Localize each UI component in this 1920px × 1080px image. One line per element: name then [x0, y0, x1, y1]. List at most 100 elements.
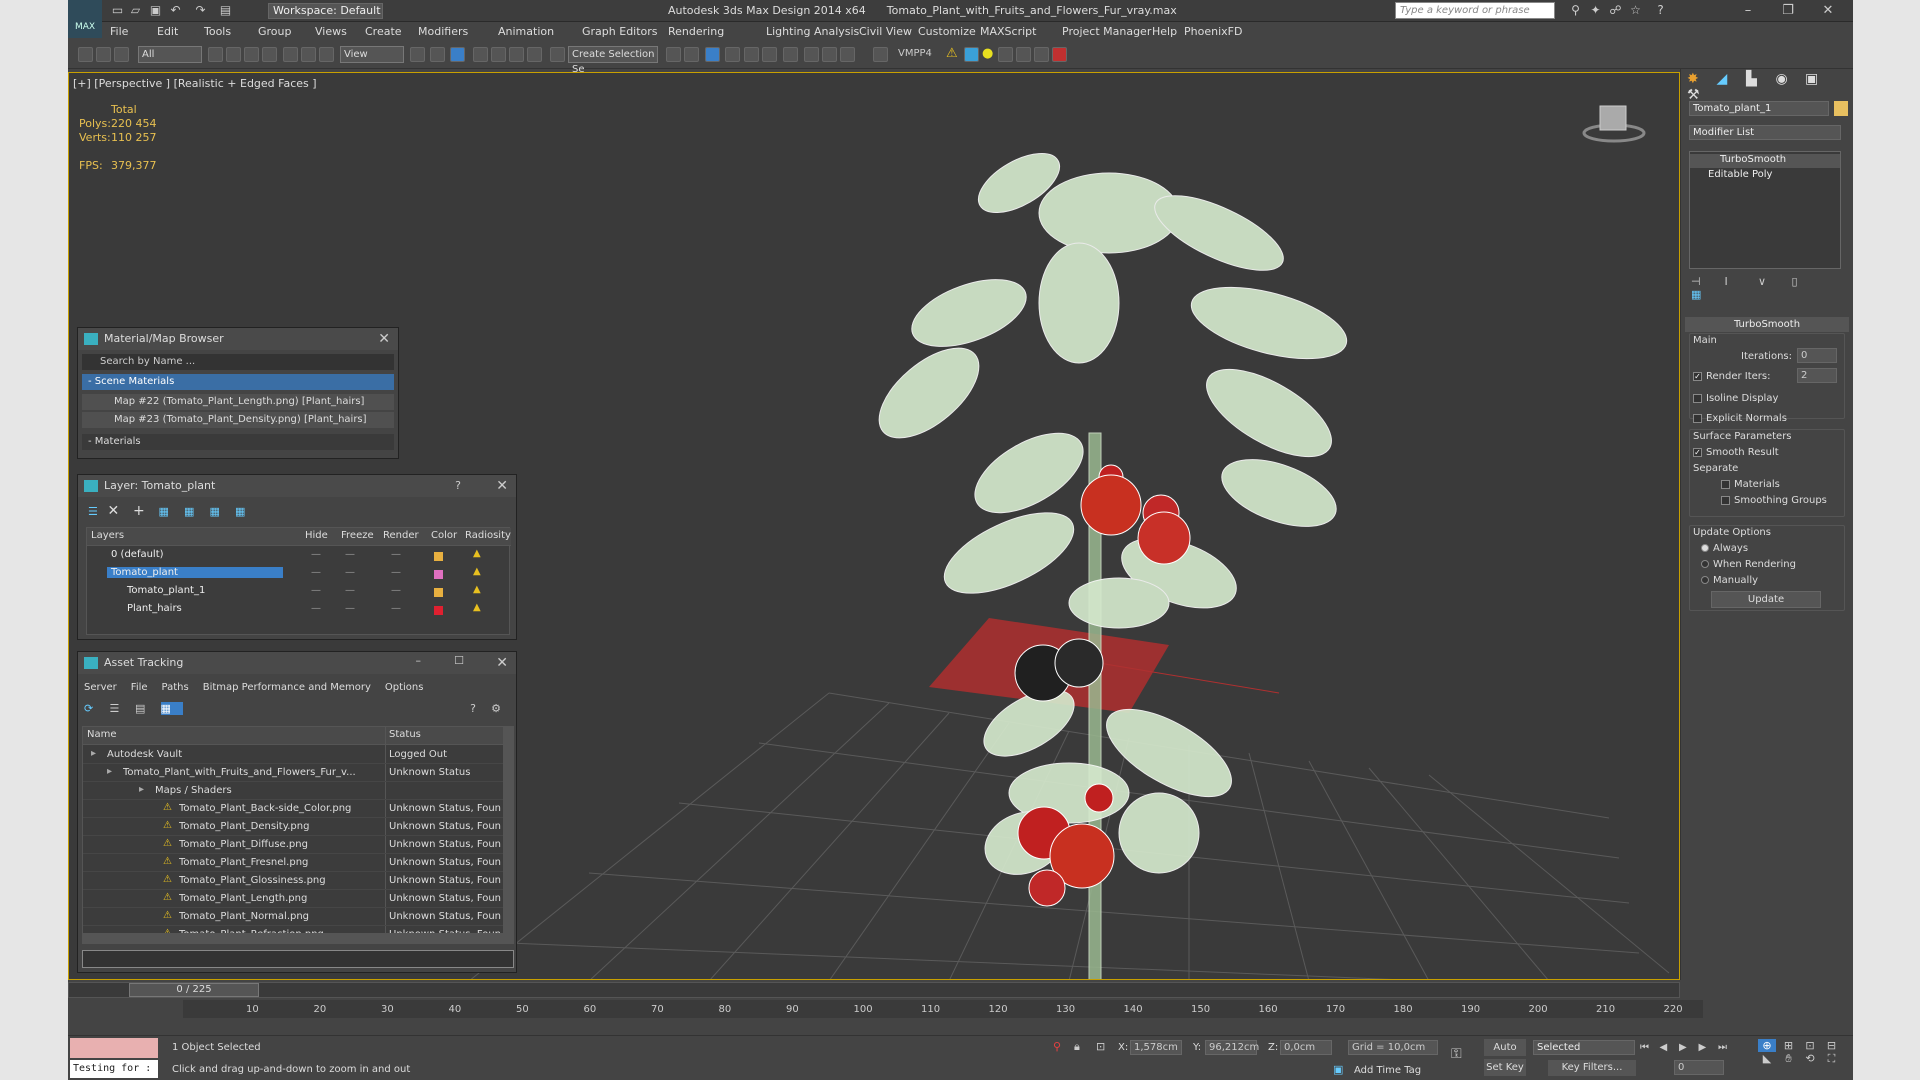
render-setup-icon[interactable]: [804, 47, 819, 62]
keyboard-shortcut-icon[interactable]: [450, 47, 465, 62]
bind-spacewarp-icon[interactable]: [114, 47, 129, 62]
redo-icon[interactable]: ↷: [193, 3, 208, 18]
add-time-tag[interactable]: Add Time Tag: [1354, 1065, 1421, 1076]
auto-key-button[interactable]: Auto Key: [1484, 1039, 1526, 1070]
menu-group[interactable]: Group: [258, 25, 292, 38]
render-iters-spinner[interactable]: 2: [1797, 368, 1837, 383]
vmpp-label[interactable]: VMPP4: [898, 48, 932, 59]
close-icon[interactable]: ✕: [1813, 2, 1843, 20]
zoom-all-icon[interactable]: ⊞: [1780, 1039, 1798, 1052]
layer-row[interactable]: Tomato_plant_1 ▲ — — —: [87, 584, 511, 601]
phoenix-icon[interactable]: [964, 47, 979, 62]
named-selection-dropdown[interactable]: Create Selection Se: [568, 46, 658, 75]
asset-row[interactable]: ⚠ Tomato_Plant_Length.png Unknown Status, …: [83, 891, 503, 908]
rotate-icon[interactable]: [301, 47, 316, 62]
go-to-start-icon[interactable]: ⏮: [1640, 1042, 1656, 1053]
layer-column-color[interactable]: Color: [431, 530, 457, 541]
materials-checkbox[interactable]: [1721, 479, 1730, 489]
app-logo[interactable]: MAX: [68, 0, 102, 38]
zoom-extents-icon[interactable]: ⊡: [1801, 1039, 1819, 1052]
select-manipulate-icon[interactable]: [430, 47, 445, 62]
layer-toggle-icon[interactable]: —: [311, 549, 321, 560]
column-header-name[interactable]: Name: [87, 729, 117, 740]
maximize-icon[interactable]: ☐: [454, 654, 464, 667]
previous-frame-icon[interactable]: ◀: [1660, 1042, 1676, 1053]
layer-name[interactable]: Tomato_plant: [107, 567, 283, 578]
layer-column-freeze[interactable]: Freeze: [341, 530, 374, 541]
show-end-result-icon[interactable]: Ⅰ: [1725, 275, 1755, 288]
warning-icon[interactable]: ⚠: [946, 46, 958, 61]
asset-row[interactable]: ▸ Autodesk Vault Logged Out: [83, 747, 503, 764]
key-icon[interactable]: ⚿: [1451, 1046, 1462, 1062]
menu-customize[interactable]: Customize: [918, 25, 976, 38]
x-coordinate-field[interactable]: 1,578cm: [1130, 1040, 1182, 1055]
menu-lighting-analysis[interactable]: Lighting Analysis: [766, 25, 859, 38]
material-search-input[interactable]: Search by Name ...: [82, 354, 394, 370]
settings-icon[interactable]: ⚙: [491, 702, 501, 715]
layer-column-radiosity[interactable]: Radiosity: [465, 530, 511, 541]
select-in-layer-icon[interactable]: ▦: [159, 505, 181, 518]
layer-panel-title[interactable]: Layer: Tomato_plant: [78, 475, 516, 497]
layer-name[interactable]: 0 (default): [107, 549, 168, 560]
remove-modifier-icon[interactable]: ▯: [1792, 275, 1822, 288]
highlight-layer-icon[interactable]: ▦: [184, 505, 206, 518]
key-filters-button[interactable]: Key Filters...: [1548, 1060, 1636, 1076]
rendered-frame-icon[interactable]: [822, 47, 837, 62]
subscription-icon[interactable]: ✦: [1588, 3, 1603, 18]
close-icon[interactable]: ✕: [378, 331, 390, 347]
spinner-snap-icon[interactable]: [527, 47, 542, 62]
layer-toggle-icon[interactable]: —: [345, 549, 355, 560]
reference-coord-dropdown[interactable]: View: [340, 46, 404, 63]
lock-icon[interactable]: 🔒︎: [1074, 1040, 1080, 1054]
layer-column-hide[interactable]: Hide: [305, 530, 328, 541]
menu-project-manager[interactable]: Project Manager: [1062, 25, 1151, 38]
layer-toggle-icon[interactable]: —: [391, 567, 401, 578]
curve-editor-icon[interactable]: [744, 47, 759, 62]
render-production-icon[interactable]: [840, 47, 855, 62]
object-name-field[interactable]: Tomato_plant_1: [1689, 101, 1829, 116]
light-icon[interactable]: ●: [982, 46, 993, 61]
when-rendering-row[interactable]: When Rendering: [1701, 559, 1796, 570]
always-radio[interactable]: [1701, 544, 1709, 552]
angle-snap-icon[interactable]: [491, 47, 506, 62]
iterations-spinner[interactable]: 0: [1797, 348, 1837, 363]
stop-render-icon[interactable]: [1052, 47, 1067, 62]
help-button[interactable]: ?: [455, 479, 461, 492]
asset-menu-options[interactable]: Options: [385, 682, 424, 693]
help-icon[interactable]: ?: [1653, 3, 1668, 18]
menu-animation[interactable]: Animation: [498, 25, 554, 38]
layer-toggle-icon[interactable]: —: [345, 585, 355, 596]
horizontal-scrollbar[interactable]: [83, 933, 503, 943]
radiosity-icon[interactable]: ▲: [473, 566, 481, 577]
asset-menu-bitmap-performance-and-memory[interactable]: Bitmap Performance and Memory: [203, 682, 371, 693]
perspective-viewport[interactable]: [+] [Perspective ] [Realistic + Edged Fa…: [68, 72, 1680, 980]
make-unique-icon[interactable]: ∨: [1758, 275, 1788, 288]
y-coordinate-field[interactable]: 96,212cm: [1205, 1040, 1259, 1055]
smooth-result-checkbox[interactable]: ✓: [1693, 447, 1702, 457]
favorites-icon[interactable]: ☆: [1628, 3, 1643, 18]
radiosity-icon[interactable]: ▲: [473, 584, 481, 595]
pivot-center-icon[interactable]: [410, 47, 425, 62]
display-tab-icon[interactable]: ▣: [1805, 71, 1831, 87]
update-button[interactable]: Update: [1711, 591, 1821, 608]
menu-views[interactable]: Views: [315, 25, 347, 38]
rect-selection-icon[interactable]: [244, 47, 259, 62]
key-mode-dropdown[interactable]: Selected: [1533, 1040, 1635, 1055]
help-icon[interactable]: ?: [470, 702, 476, 715]
keyword-search-input[interactable]: Type a keyword or phrase: [1395, 2, 1555, 19]
render-iters-row[interactable]: ✓ Render Iters:: [1693, 371, 1771, 382]
freeze-all-icon[interactable]: ▦: [235, 505, 257, 518]
communication-icon[interactable]: ☍: [1608, 3, 1623, 18]
layer-toggle-icon[interactable]: —: [391, 603, 401, 614]
set-key-button[interactable]: Set Key: [1484, 1059, 1526, 1076]
when-rendering-radio[interactable]: [1701, 560, 1709, 568]
layer-toggle-icon[interactable]: —: [345, 567, 355, 578]
configure-sets-icon[interactable]: ▦: [1691, 288, 1721, 301]
maxscript-input[interactable]: Testing for :: [70, 1060, 158, 1078]
radiosity-icon[interactable]: ▲: [473, 602, 481, 613]
layer-row[interactable]: Tomato_plant ▲ — — —: [87, 566, 511, 583]
asset-menu-file[interactable]: File: [131, 682, 148, 693]
menu-maxscript[interactable]: MAXScript: [980, 25, 1036, 38]
column-header-status[interactable]: Status: [389, 729, 421, 740]
object-color-swatch[interactable]: [1834, 101, 1848, 116]
